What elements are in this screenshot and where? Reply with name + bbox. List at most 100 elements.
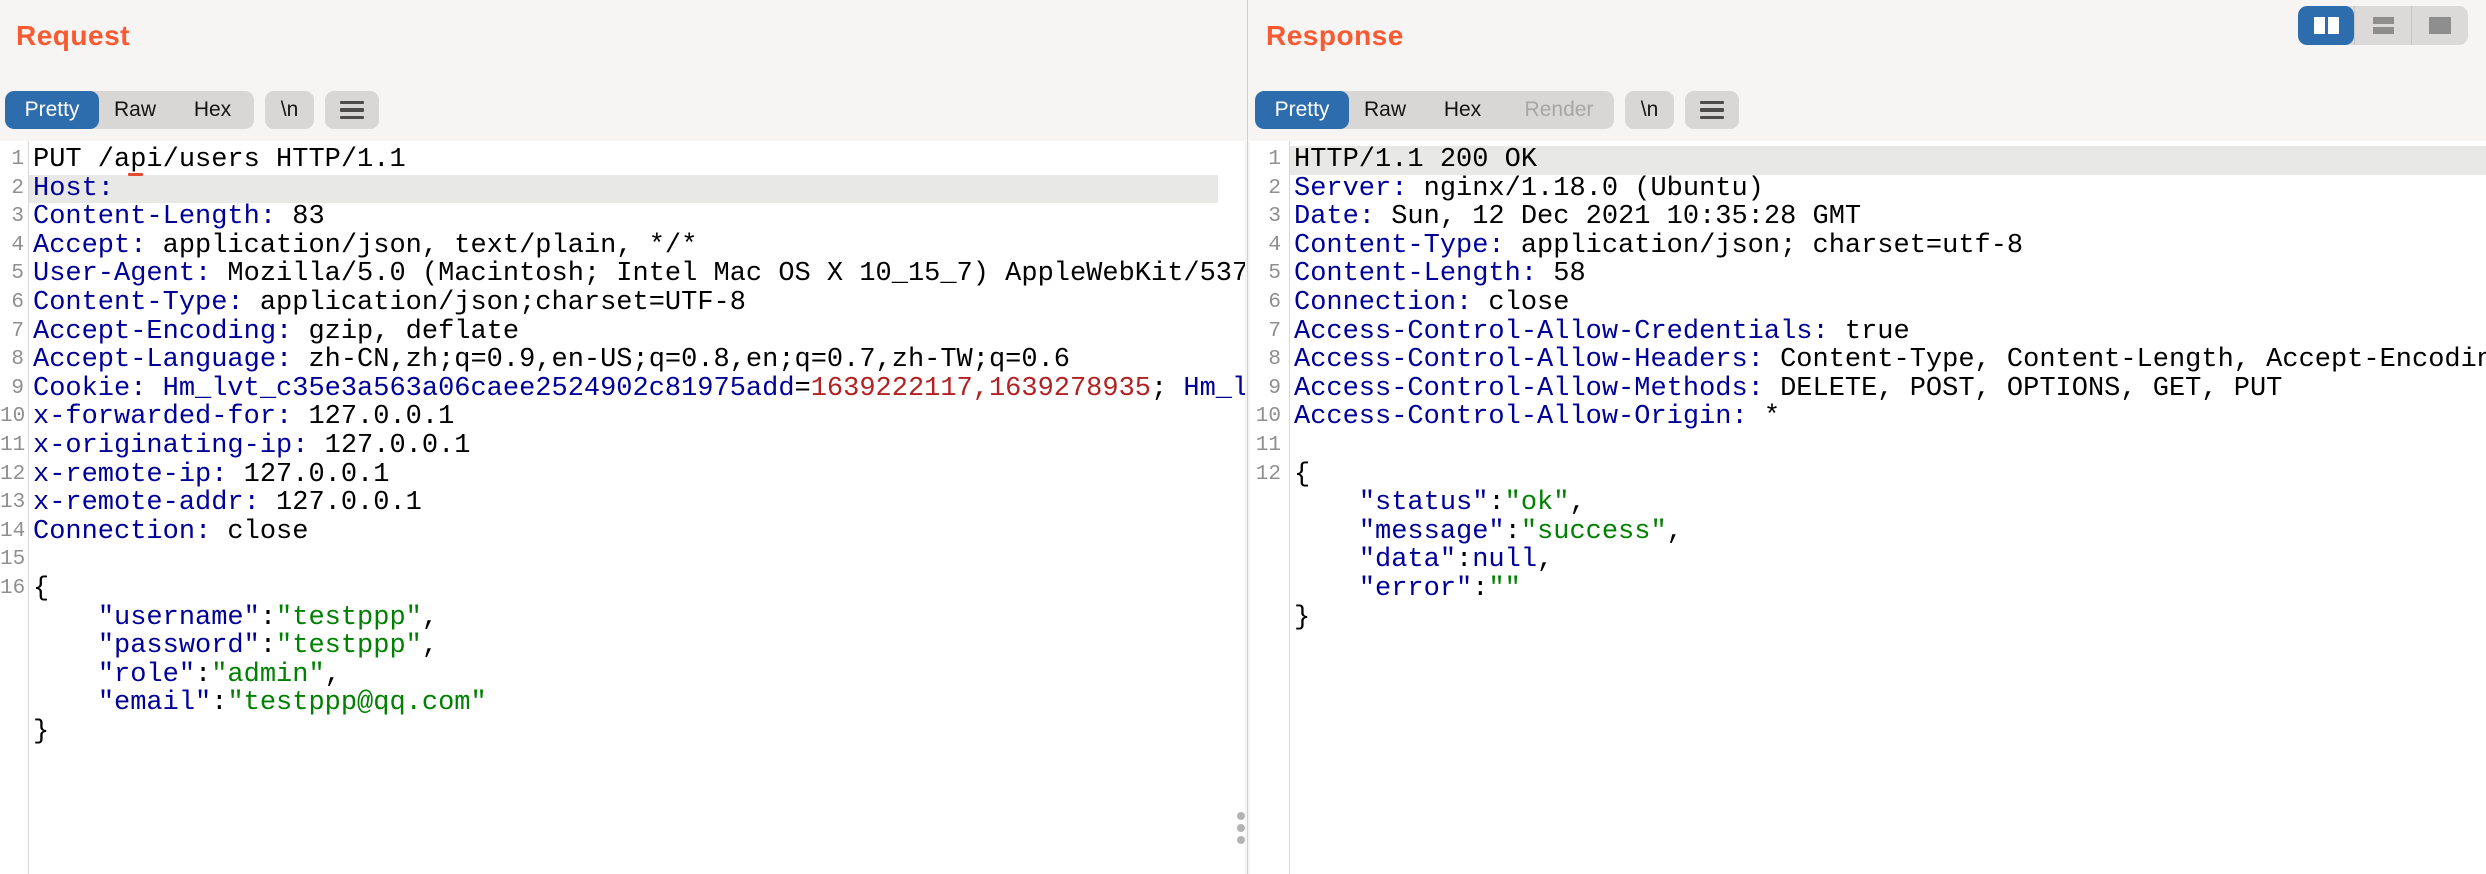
code-line: 10Access-Control-Allow-Origin: * [1250,403,2486,432]
code-text: Access-Control-Allow-Methods: DELETE, PO… [1289,375,2486,404]
layout-switcher [2298,6,2468,45]
code-text: x-remote-addr: 127.0.0.1 [28,489,1245,518]
line-number: 9 [0,375,28,404]
layout-rows-button[interactable] [2354,6,2411,45]
code-line: 10x-forwarded-for: 127.0.0.1 [0,403,1245,432]
layout-columns-button[interactable] [2298,6,2354,45]
code-line: 8Access-Control-Allow-Headers: Content-T… [1250,346,2486,375]
response-toolbar: Pretty Raw Hex Render \n [1255,91,1739,129]
request-panel-title: Request [16,20,130,52]
divider-drag-handle[interactable] [1237,812,1245,844]
code-line: 6Content-Type: application/json;charset=… [0,289,1245,318]
code-text: Access-Control-Allow-Headers: Content-Ty… [1289,346,2486,375]
code-text: Connection: close [1289,289,2486,318]
panel-split-divider[interactable] [1247,0,1248,874]
newline-toggle-request[interactable]: \n [265,91,314,129]
editor-menu-button-request[interactable] [325,91,379,129]
code-line: 8Accept-Language: zh-CN,zh;q=0.9,en-US;q… [0,346,1245,375]
request-editor[interactable]: 1PUT /api/users HTTP/1.12Host:3Content-L… [0,141,1245,874]
line-number: 6 [0,289,28,318]
line-number: 5 [1250,260,1289,289]
code-line: } [0,718,1245,747]
code-line: 2Host: [0,175,1245,204]
hamburger-icon [1700,101,1724,120]
hamburger-icon [340,101,364,120]
code-text: Accept: application/json, text/plain, */… [28,232,1245,261]
code-line: 3Date: Sun, 12 Dec 2021 10:35:28 GMT [1250,203,2486,232]
code-line: "data":null, [1250,546,2486,575]
code-text: Content-Type: application/json;charset=U… [28,289,1245,318]
code-text: "status":"ok", [1289,489,2486,518]
code-text [1289,432,2486,461]
newline-toggle-response[interactable]: \n [1625,91,1674,129]
line-number [1250,489,1289,518]
code-text: PUT /api/users HTTP/1.1 [28,146,1245,175]
stacked-layout-icon [2373,17,2394,34]
line-number [1250,546,1289,575]
line-number [0,604,28,633]
code-line: "password":"testppp", [0,632,1245,661]
code-line: "role":"admin", [0,661,1245,690]
request-view-tabs: Pretty Raw Hex [5,91,254,129]
line-number [1250,518,1289,547]
response-editor[interactable]: 1HTTP/1.1 200 OK2Server: nginx/1.18.0 (U… [1250,141,2486,874]
code-line: 7Access-Control-Allow-Credentials: true [1250,318,2486,347]
line-number: 7 [0,318,28,347]
tab-hex-request[interactable]: Hex [171,91,254,129]
code-line: 6Connection: close [1250,289,2486,318]
spell-check-underline [128,173,143,176]
code-text: "data":null, [1289,546,2486,575]
code-line: "status":"ok", [1250,489,2486,518]
code-line: 5User-Agent: Mozilla/5.0 (Macintosh; Int… [0,260,1245,289]
code-text: Content-Length: 58 [1289,260,2486,289]
tab-pretty-request[interactable]: Pretty [5,91,99,129]
code-text: Accept-Language: zh-CN,zh;q=0.9,en-US;q=… [28,346,1245,375]
line-number: 1 [1250,146,1289,175]
code-line: "email":"testppp@qq.com" [0,689,1245,718]
editor-menu-button-response[interactable] [1685,91,1739,129]
tab-raw-request[interactable]: Raw [99,91,171,129]
tab-pretty-response[interactable]: Pretty [1255,91,1349,129]
tab-hex-response[interactable]: Hex [1421,91,1504,129]
line-number: 8 [0,346,28,375]
request-panel: Request Pretty Raw Hex \n 1PUT /api/user… [0,0,1245,874]
code-text: HTTP/1.1 200 OK [1289,146,2486,175]
line-number [1250,575,1289,604]
code-line: } [1250,604,2486,633]
code-text: Server: nginx/1.18.0 (Ubuntu) [1289,175,2486,204]
code-text: } [1289,604,2486,633]
line-number: 2 [0,175,28,204]
code-text: "error":"" [1289,575,2486,604]
response-panel-title: Response [1266,20,1404,52]
http-message-viewer: { "colors": { "accent_orange": "#fa5a31"… [0,0,2486,874]
line-number [1250,604,1289,633]
code-line: 15 [0,546,1245,575]
code-line: 13x-remote-addr: 127.0.0.1 [0,489,1245,518]
line-number: 2 [1250,175,1289,204]
code-line: 12x-remote-ip: 127.0.0.1 [0,461,1245,490]
line-number: 5 [0,260,28,289]
line-number: 7 [1250,318,1289,347]
line-number: 12 [1250,461,1289,490]
tab-raw-response[interactable]: Raw [1349,91,1421,129]
side-by-side-layout-icon [2314,17,2339,34]
code-line: 1PUT /api/users HTTP/1.1 [0,146,1245,175]
code-text: x-originating-ip: 127.0.0.1 [28,432,1245,461]
code-text: { [28,575,1245,604]
code-text: "username":"testppp", [28,604,1245,633]
code-line: 9Access-Control-Allow-Methods: DELETE, P… [1250,375,2486,404]
line-number [0,661,28,690]
single-pane-layout-icon [2429,17,2451,34]
code-text: "message":"success", [1289,518,2486,547]
line-number [0,689,28,718]
line-number [0,632,28,661]
layout-single-button[interactable] [2411,6,2468,45]
code-line: 1HTTP/1.1 200 OK [1250,146,2486,175]
code-line: 2Server: nginx/1.18.0 (Ubuntu) [1250,175,2486,204]
code-text: "email":"testppp@qq.com" [28,689,1245,718]
code-text: "password":"testppp", [28,632,1245,661]
line-number: 12 [0,461,28,490]
code-text: Cookie: Hm_lvt_c35e3a563a06caee2524902c8… [28,375,1245,404]
line-number: 13 [0,489,28,518]
code-text: { [1289,461,2486,490]
